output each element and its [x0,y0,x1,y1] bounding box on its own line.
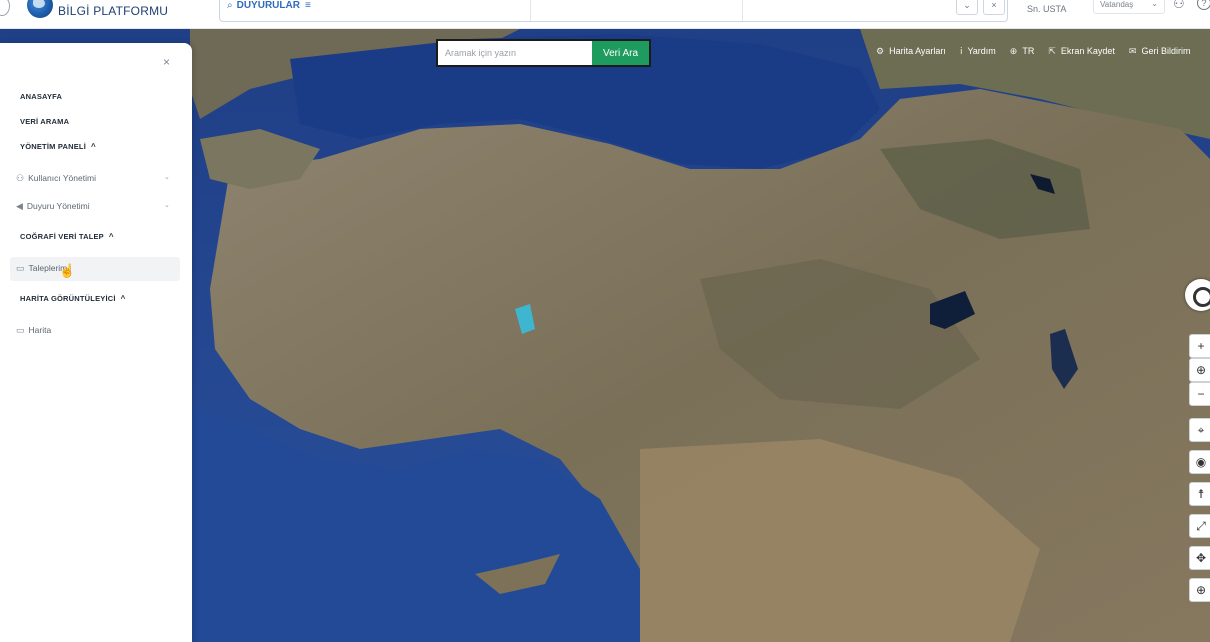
language-button[interactable]: ⊕ TR [1010,43,1035,59]
search-filter-tag[interactable]: ⌕ DUYURULAR ≡ [227,0,311,11]
menu-toggle-button[interactable] [0,0,10,16]
sidebar-item-veri-arama[interactable]: VERİ ARAMA [20,117,69,126]
chevron-up-icon: ^ [120,294,126,303]
info-icon: ⅰ [959,45,963,56]
chevron-down-button[interactable]: ⌄ [956,0,978,15]
role-select[interactable]: Vatandaş ⌄ [1093,0,1165,14]
person-icon[interactable]: ☨ [1189,482,1210,506]
chevron-down-icon: ⌄ [164,202,170,209]
chevron-up-icon: ^ [91,142,96,151]
top-bar: BİLGİ PLATFORMU ⌕ DUYURULAR ≡ ⌄ × Sn. USTA… [0,0,1210,29]
sidebar-item-kullanici-yonetimi[interactable]: ⚇ Kullanıcı Yönetimi ⌄ [16,173,170,184]
megaphone-icon: ◀ [16,201,23,211]
sidebar-item-harita[interactable]: ▭ Harita [16,325,51,336]
help-icon[interactable]: ? [1197,0,1210,10]
globe-icon: ⊕ [1009,45,1018,56]
expand-icon[interactable]: ⤢ [1189,514,1210,538]
chevron-up-icon: ^ [108,232,114,241]
export-icon: ⇱ [1048,45,1056,56]
close-icon[interactable]: × [163,55,170,69]
folder-icon: ▭ [16,263,25,273]
filter-icon: ≡ [304,0,311,11]
user-name: Sn. USTA [1027,4,1067,14]
logo [27,0,53,18]
global-search-box[interactable]: ⌕ DUYURULAR ≡ ⌄ × [219,0,1008,22]
divider [742,0,743,21]
screen-capture-button[interactable]: ⇱ Ekran Kaydet [1048,43,1115,59]
settings-icon: ⚙ [876,45,885,56]
sidebar-item-harita-goruntuleyici[interactable]: HARİTA GÖRÜNTÜLEYİCİ ^ [20,294,126,303]
help-button[interactable]: ⅰ Yardım [960,43,996,59]
chevron-down-icon: ⌄ [1151,0,1158,8]
sidebar-item-duyuru-yonetimi[interactable]: ◀ Duyuru Yönetimi ⌄ [16,201,170,212]
move-icon[interactable]: ✥ [1189,546,1210,570]
search-icon: ⌕ [227,0,233,11]
map-settings-button[interactable]: ⚙ Harita Ayarları [876,43,946,59]
sidebar-item-cografi-veri-talep[interactable]: COĞRAFİ VERİ TALEP ^ [20,232,114,241]
map-search-input[interactable] [438,41,593,65]
feedback-button[interactable]: ✉ Geri Bildirim [1129,43,1191,59]
users-icon: ⚇ [16,173,25,183]
clear-search-button[interactable]: × [983,0,1005,15]
data-search-button[interactable]: Veri Ara [592,41,649,65]
zoom-out-button[interactable]: − [1189,382,1210,406]
folder-icon: ▭ [16,325,25,335]
brand-title: BİLGİ PLATFORMU [58,4,169,18]
feedback-icon: ✉ [1128,45,1137,56]
eye-icon[interactable]: ◉ [1189,450,1210,474]
zoom-in-button[interactable]: + [1189,334,1210,358]
map-toolbar: ⚙ Harita Ayarları ⅰ Yardım ⊕ TR ⇱ Ekran Kayd… [876,43,1204,59]
globe-view-button[interactable]: ⊕ [1189,358,1210,382]
hand-cursor-icon: ☝ [59,263,76,278]
compass-icon[interactable] [1185,279,1210,311]
user-icon[interactable]: ⚇ [1173,0,1185,12]
sidebar-item-yonetim-paneli[interactable]: YÖNETİM PANELİ ^ [20,142,96,151]
add-circle-icon[interactable]: ⊕ [1189,578,1210,602]
map-search-box: Veri Ara [436,39,651,67]
location-pin-icon[interactable]: ⌖ [1189,418,1210,442]
chevron-down-icon: ⌄ [164,174,170,181]
sidebar: × ANASAYFA VERİ ARAMA YÖNETİM PANELİ ^ ⚇ K… [0,43,192,642]
divider [530,0,531,21]
sidebar-item-anasayfa[interactable]: ANASAYFA [20,92,62,101]
